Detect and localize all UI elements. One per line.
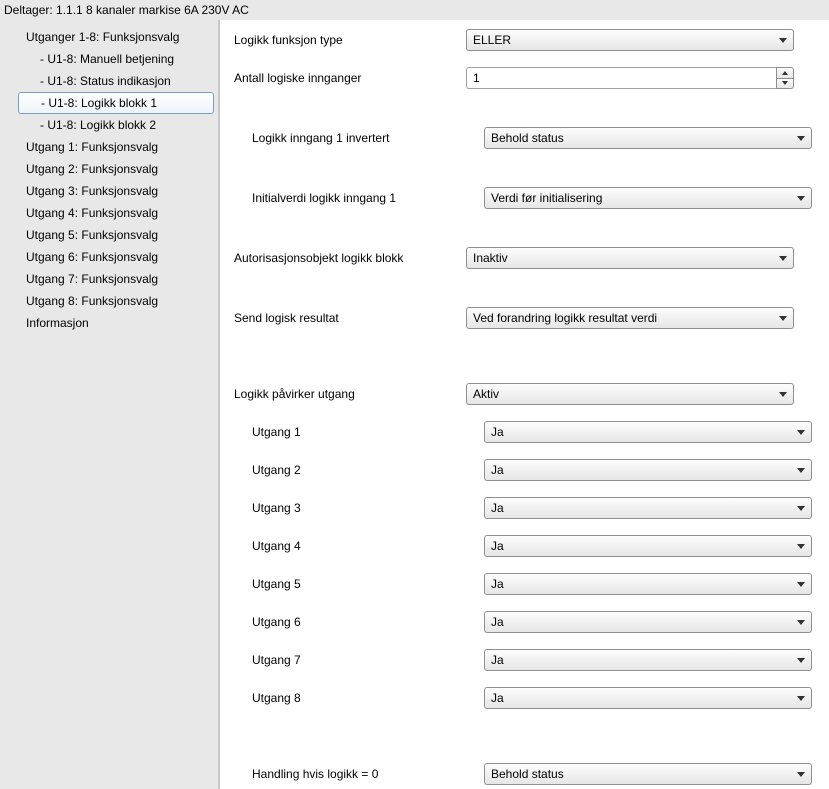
window-title: Deltager: 1.1.1 8 kanaler markise 6A 230… bbox=[0, 0, 829, 20]
select-output-6-value: Ja bbox=[491, 615, 504, 629]
label-output-7: Utgang 7 bbox=[230, 653, 484, 667]
select-auth-object[interactable]: Inaktiv bbox=[466, 247, 794, 269]
sidebar-item[interactable]: Informasjon bbox=[0, 312, 218, 334]
chevron-down-icon bbox=[797, 658, 805, 663]
parameter-panel: Logikk funksjon type ELLER Antall logisk… bbox=[220, 20, 829, 789]
sidebar-item[interactable]: Utgang 5: Funksjonsvalg bbox=[0, 224, 218, 246]
spinner-down-button[interactable] bbox=[776, 78, 794, 90]
select-auth-object-value: Inaktiv bbox=[473, 251, 508, 265]
select-output-5[interactable]: Ja bbox=[484, 573, 812, 595]
label-output-5: Utgang 5 bbox=[230, 577, 484, 591]
select-send-result-value: Ved forandring logikk resultat verdi bbox=[473, 311, 657, 325]
select-output-2[interactable]: Ja bbox=[484, 459, 812, 481]
select-output-4-value: Ja bbox=[491, 539, 504, 553]
select-output-8-value: Ja bbox=[491, 691, 504, 705]
select-send-result[interactable]: Ved forandring logikk resultat verdi bbox=[466, 307, 794, 329]
select-output-7[interactable]: Ja bbox=[484, 649, 812, 671]
label-output-3: Utgang 3 bbox=[230, 501, 484, 515]
select-output-1-value: Ja bbox=[491, 425, 504, 439]
label-output-8: Utgang 8 bbox=[230, 691, 484, 705]
sidebar-item[interactable]: - U1-8: Status indikasjon bbox=[0, 70, 218, 92]
label-num-inputs: Antall logiske innganger bbox=[230, 71, 466, 85]
chevron-down-icon bbox=[797, 620, 805, 625]
label-init-value: Initialverdi logikk inngang 1 bbox=[230, 191, 484, 205]
select-output-4[interactable]: Ja bbox=[484, 535, 812, 557]
chevron-down-icon bbox=[779, 256, 787, 261]
select-logic-fn-type[interactable]: ELLER bbox=[466, 29, 794, 51]
select-logic-fn-type-value: ELLER bbox=[473, 33, 511, 47]
label-logic-fn-type: Logikk funksjon type bbox=[230, 33, 466, 47]
select-init-value[interactable]: Verdi før initialisering bbox=[484, 187, 812, 209]
spinner-up-button[interactable] bbox=[776, 67, 794, 78]
select-affects-output-value: Aktiv bbox=[473, 387, 499, 401]
sidebar-item[interactable]: Utganger 1-8: Funksjonsvalg bbox=[0, 26, 218, 48]
label-auth-object: Autorisasjonsobjekt logikk blokk bbox=[230, 251, 466, 265]
sidebar-item[interactable]: Utgang 8: Funksjonsvalg bbox=[0, 290, 218, 312]
label-output-4: Utgang 4 bbox=[230, 539, 484, 553]
select-output-6[interactable]: Ja bbox=[484, 611, 812, 633]
chevron-down-icon bbox=[797, 136, 805, 141]
chevron-down-icon bbox=[797, 196, 805, 201]
label-affects-output: Logikk påvirker utgang bbox=[230, 387, 466, 401]
chevron-down-icon bbox=[779, 38, 787, 43]
chevron-down-icon bbox=[779, 392, 787, 397]
sidebar-item[interactable]: Utgang 7: Funksjonsvalg bbox=[0, 268, 218, 290]
select-action-logic-0-value: Behold status bbox=[491, 767, 564, 781]
select-output-5-value: Ja bbox=[491, 577, 504, 591]
chevron-down-icon bbox=[797, 506, 805, 511]
select-output-2-value: Ja bbox=[491, 463, 504, 477]
chevron-down-icon bbox=[779, 316, 787, 321]
select-output-1[interactable]: Ja bbox=[484, 421, 812, 443]
input-num-logic-inputs[interactable]: 1 bbox=[466, 67, 776, 89]
sidebar-item[interactable]: Utgang 6: Funksjonsvalg bbox=[0, 246, 218, 268]
chevron-down-icon bbox=[782, 81, 788, 85]
chevron-down-icon bbox=[797, 544, 805, 549]
chevron-down-icon bbox=[797, 430, 805, 435]
label-input-inverted: Logikk inngang 1 invertert bbox=[230, 131, 484, 145]
sidebar-item[interactable]: - U1-8: Logikk blokk 1 bbox=[18, 92, 214, 114]
label-send-result: Send logisk resultat bbox=[230, 311, 466, 325]
sidebar-item[interactable]: - U1-8: Manuell betjening bbox=[0, 48, 218, 70]
chevron-up-icon bbox=[782, 71, 788, 75]
select-output-3[interactable]: Ja bbox=[484, 497, 812, 519]
label-action-logic-0: Handling hvis logikk = 0 bbox=[230, 767, 484, 781]
select-action-logic-0[interactable]: Behold status bbox=[484, 763, 812, 785]
select-output-8[interactable]: Ja bbox=[484, 687, 812, 709]
sidebar-item[interactable]: Utgang 3: Funksjonsvalg bbox=[0, 180, 218, 202]
label-output-1: Utgang 1 bbox=[230, 425, 484, 439]
chevron-down-icon bbox=[797, 468, 805, 473]
sidebar-item[interactable]: Utgang 1: Funksjonsvalg bbox=[0, 136, 218, 158]
select-output-7-value: Ja bbox=[491, 653, 504, 667]
select-input-inverted-value: Behold status bbox=[491, 131, 564, 145]
select-output-3-value: Ja bbox=[491, 501, 504, 515]
chevron-down-icon bbox=[797, 582, 805, 587]
sidebar-tree: Utganger 1-8: Funksjonsvalg- U1-8: Manue… bbox=[0, 20, 220, 789]
select-init-value-value: Verdi før initialisering bbox=[491, 191, 602, 205]
label-output-2: Utgang 2 bbox=[230, 463, 484, 477]
label-output-6: Utgang 6 bbox=[230, 615, 484, 629]
select-input-inverted[interactable]: Behold status bbox=[484, 127, 812, 149]
sidebar-item[interactable]: Utgang 2: Funksjonsvalg bbox=[0, 158, 218, 180]
sidebar-item[interactable]: - U1-8: Logikk blokk 2 bbox=[0, 114, 218, 136]
select-affects-output[interactable]: Aktiv bbox=[466, 383, 794, 405]
chevron-down-icon bbox=[797, 772, 805, 777]
sidebar-item[interactable]: Utgang 4: Funksjonsvalg bbox=[0, 202, 218, 224]
chevron-down-icon bbox=[797, 696, 805, 701]
